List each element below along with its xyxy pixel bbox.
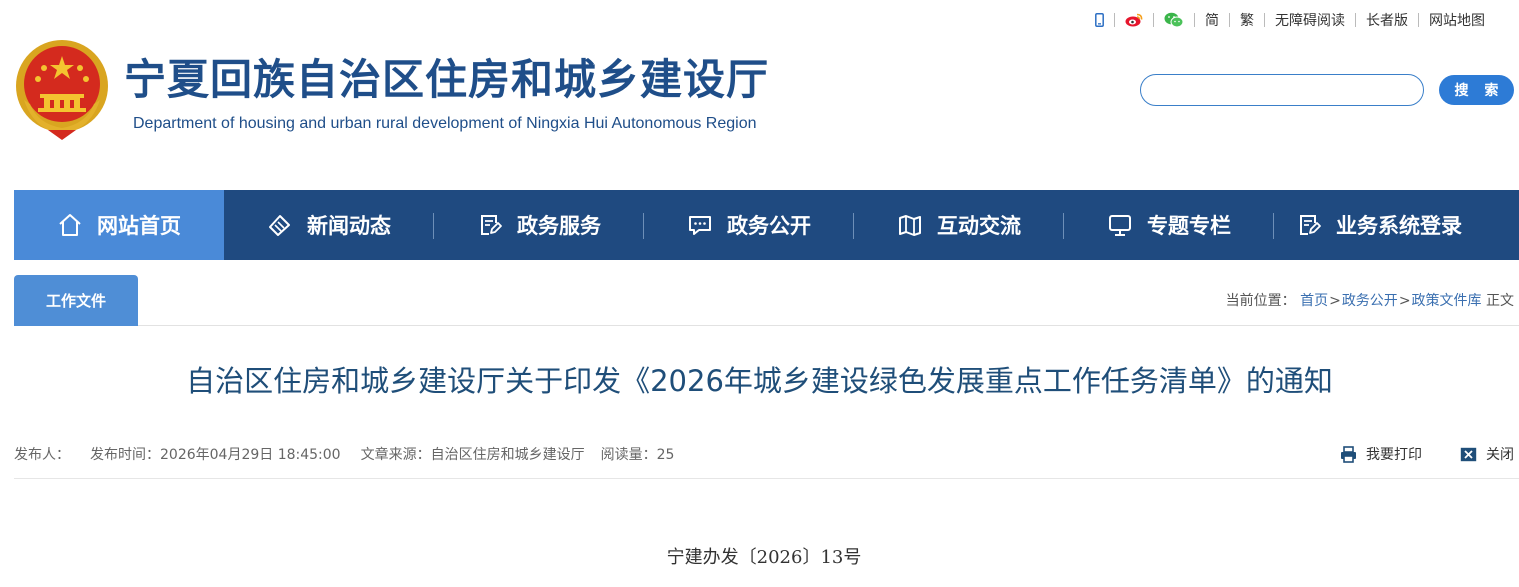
document-number: 宁建办发〔2026〕13号 — [666, 547, 862, 568]
map-icon — [897, 212, 923, 238]
nav-item-interaction[interactable]: 互动交流 — [854, 190, 1064, 260]
breadcrumb-current: 正文 — [1486, 293, 1514, 309]
nav-item-label: 互动交流 — [937, 214, 1021, 238]
nav-item-open-government[interactable]: 政务公开 — [644, 190, 854, 260]
breadcrumb: 当前位置： 首页>政务公开>政策文件库 正文 — [1226, 290, 1514, 310]
print-label: 我要打印 — [1366, 447, 1422, 463]
wechat-icon[interactable] — [1164, 10, 1184, 30]
divider — [1264, 13, 1265, 27]
meta-publisher-label: 发布人： — [14, 447, 70, 463]
breadcrumb-separator: > — [1329, 293, 1341, 309]
meta-reads: 阅读量：25 — [601, 444, 675, 464]
divider — [14, 478, 1519, 479]
meta-reads-value: 25 — [656, 447, 675, 463]
meta-source-label: 文章来源： — [360, 447, 431, 463]
divider — [1194, 13, 1195, 27]
section-tab[interactable]: 工作文件 — [14, 275, 138, 326]
breadcrumb-home[interactable]: 首页 — [1300, 293, 1328, 309]
nav-item-label: 新闻动态 — [307, 214, 391, 238]
nav-item-label: 政务公开 — [727, 214, 811, 238]
site-title: 宁夏回族自治区住房和城乡建设厅 — [124, 55, 770, 104]
national-emblem-icon — [16, 40, 108, 140]
weibo-icon[interactable] — [1125, 10, 1143, 30]
simplified-chinese-link[interactable]: 简 — [1205, 10, 1219, 30]
divider — [1418, 13, 1419, 27]
traditional-chinese-link[interactable]: 繁 — [1240, 10, 1254, 30]
nav-item-label: 专题专栏 — [1147, 214, 1231, 238]
search-button[interactable]: 搜 索 — [1439, 75, 1514, 105]
nav-item-services[interactable]: 政务服务 — [434, 190, 644, 260]
close-label: 关闭 — [1486, 447, 1514, 463]
breadcrumb-open-government[interactable]: 政务公开 — [1342, 293, 1398, 309]
article-title: 自治区住房和城乡建设厅关于印发《2026年城乡建设绿色发展重点工作任务清单》的通… — [186, 364, 1333, 398]
mobile-icon[interactable] — [1095, 10, 1104, 30]
meta-time-value: 2026年04月29日 18:45:00 — [160, 447, 341, 463]
nav-item-news[interactable]: 新闻动态 — [224, 190, 434, 260]
meta-time-label: 发布时间： — [90, 447, 160, 463]
monitor-icon — [1107, 212, 1133, 238]
article-actions: 我要打印 关闭 — [1302, 444, 1514, 464]
nav-item-label: 政务服务 — [517, 214, 601, 238]
divider — [1229, 13, 1230, 27]
edit-document-icon — [1296, 212, 1322, 238]
close-icon — [1460, 447, 1477, 461]
divider — [1153, 13, 1154, 27]
meta-reads-label: 阅读量： — [600, 447, 657, 463]
nav-item-label: 网站首页 — [97, 214, 181, 238]
tag-icon — [267, 212, 293, 238]
close-button[interactable]: 关闭 — [1460, 444, 1514, 464]
top-utility-links: 简 繁 无障碍阅读 长者版 网站地图 — [1095, 10, 1485, 30]
site-subtitle: Department of housing and urban rural de… — [133, 115, 757, 132]
chat-icon — [687, 212, 713, 238]
search-input[interactable] — [1140, 74, 1424, 106]
breadcrumb-policy-library[interactable]: 政策文件库 — [1412, 293, 1482, 309]
site-header: 宁夏回族自治区住房和城乡建设厅 Department of housing an… — [0, 0, 1519, 190]
sitemap-link[interactable]: 网站地图 — [1429, 10, 1485, 30]
printer-icon — [1341, 445, 1356, 463]
section-bar: 工作文件 当前位置： 首页>政务公开>政策文件库 正文 — [14, 260, 1519, 326]
meta-time: 发布时间：2026年04月29日 18:45:00 — [90, 444, 341, 464]
home-icon — [57, 212, 83, 238]
breadcrumb-prefix: 当前位置： — [1225, 293, 1296, 309]
meta-source-value: 自治区住房和城乡建设厅 — [430, 447, 585, 463]
nav-item-special-topics[interactable]: 专题专栏 — [1064, 190, 1274, 260]
nav-item-system-login[interactable]: 业务系统登录 — [1274, 190, 1484, 260]
main-nav: 网站首页 新闻动态 政务服务 政务公开 互动交流 专题专栏 业务系统登录 — [14, 190, 1519, 260]
accessible-reading-link[interactable]: 无障碍阅读 — [1275, 10, 1345, 30]
print-button[interactable]: 我要打印 — [1340, 444, 1422, 464]
elderly-version-link[interactable]: 长者版 — [1366, 10, 1408, 30]
article-meta: 发布人： 发布时间：2026年04月29日 18:45:00 文章来源：自治区住… — [14, 444, 674, 464]
divider — [1355, 13, 1356, 27]
meta-publisher: 发布人： — [14, 444, 70, 464]
edit-document-icon — [477, 212, 503, 238]
meta-source: 文章来源：自治区住房和城乡建设厅 — [361, 444, 585, 464]
divider — [1114, 13, 1115, 27]
breadcrumb-separator: > — [1398, 293, 1411, 309]
nav-item-home[interactable]: 网站首页 — [14, 190, 224, 260]
nav-item-label: 业务系统登录 — [1336, 214, 1462, 238]
